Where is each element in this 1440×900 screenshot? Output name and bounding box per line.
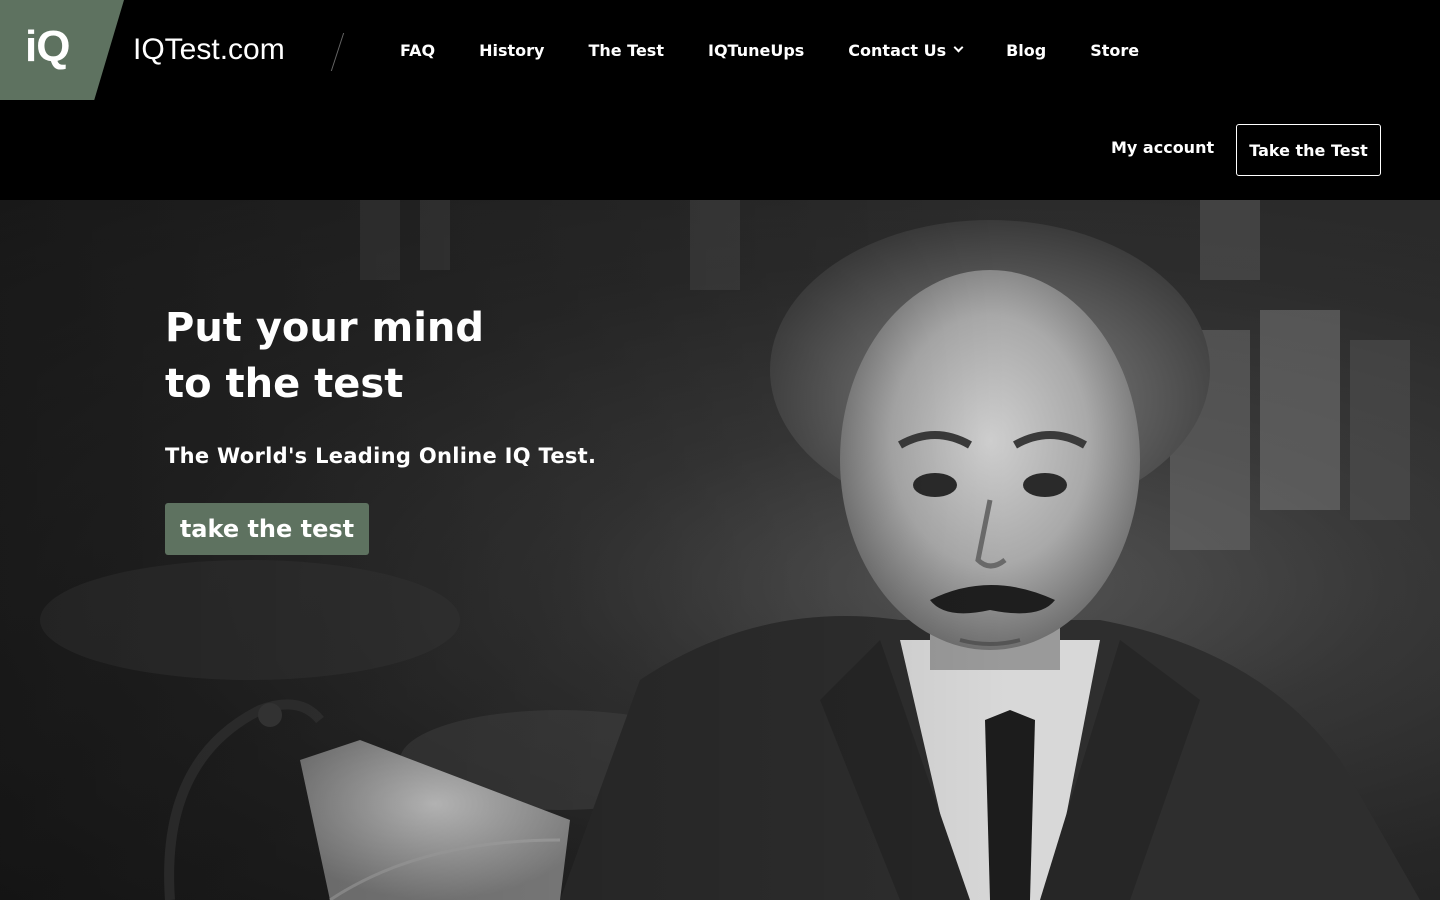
nav-item-blog[interactable]: Blog (1006, 41, 1046, 60)
main-nav: FAQ History The Test IQTuneUps Contact U… (400, 38, 1139, 62)
nav-item-label: IQTuneUps (707, 40, 805, 60)
nav-item-contact-us[interactable]: Contact Us (848, 40, 964, 60)
nav-item-history[interactable]: History (479, 41, 544, 60)
nav-item-iqtuneups[interactable]: IQTuneUps (708, 41, 804, 60)
nav-item-label: History (479, 40, 545, 60)
nav-item-store[interactable]: Store (1090, 41, 1139, 60)
nav-item-faq[interactable]: FAQ (400, 41, 435, 60)
my-account-link[interactable]: My account (1111, 138, 1214, 157)
hero-title-line-2: to the test (165, 361, 404, 407)
nav-item-label: The Test (588, 40, 664, 60)
take-the-test-button[interactable]: Take the Test (1236, 124, 1381, 176)
hero-section: Put your mind to the test The World's Le… (0, 200, 1440, 900)
nav-item-label: Contact Us (848, 40, 947, 60)
logo-divider (330, 33, 345, 71)
logo-badge[interactable]: iQ (0, 0, 124, 100)
site-logo-text[interactable]: IQTest.com (133, 32, 285, 68)
hero-take-the-test-button[interactable]: take the test (165, 503, 369, 555)
hero-subtitle: The World's Leading Online IQ Test. (165, 444, 597, 468)
nav-item-the-test[interactable]: The Test (588, 41, 664, 60)
site-header: iQ IQTest.com FAQ History The Test IQTun… (0, 0, 1440, 200)
nav-item-label: Blog (1006, 40, 1047, 60)
logo-mark: iQ (25, 22, 70, 71)
hero-title: Put your mind to the test (165, 300, 585, 412)
nav-item-label: FAQ (400, 40, 436, 60)
hero-title-line-1: Put your mind (165, 305, 485, 351)
nav-item-label: Store (1090, 40, 1140, 60)
chevron-down-icon[interactable] (953, 42, 964, 53)
